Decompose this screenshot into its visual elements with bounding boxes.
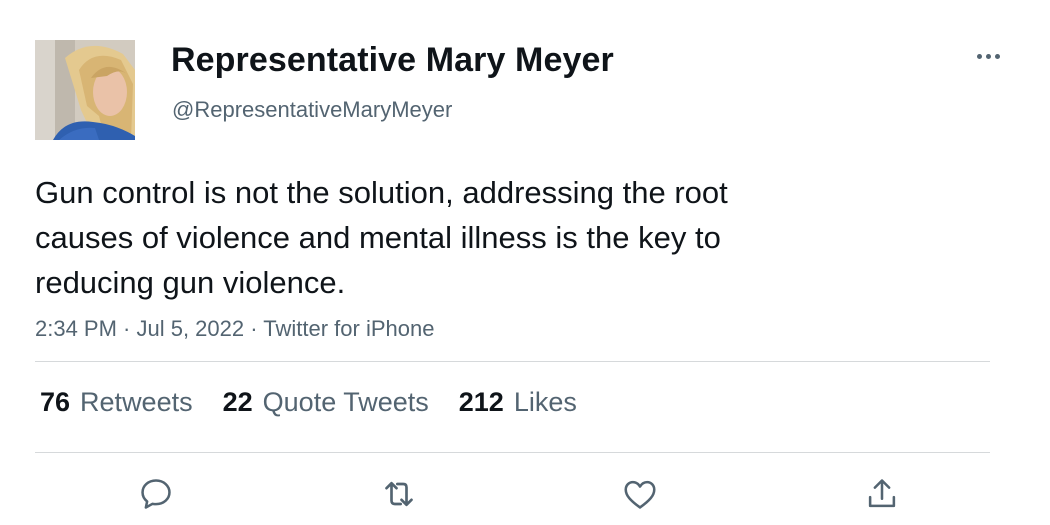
action-bar xyxy=(0,472,1050,517)
more-dot xyxy=(976,53,982,59)
quote-tweets-label: Quote Tweets xyxy=(262,387,429,417)
author-handle[interactable]: @RepresentativeMaryMeyer xyxy=(172,97,452,123)
quote-tweets-count: 22 xyxy=(222,387,253,417)
engagement-stats: 76 Retweets 22 Quote Tweets 212 Likes xyxy=(40,387,577,418)
likes-count: 212 xyxy=(458,387,504,417)
tweet-text: Gun control is not the solution, address… xyxy=(35,175,728,300)
avatar-photo xyxy=(35,40,135,140)
tweet-meta[interactable]: 2:34 PM · Jul 5, 2022 · Twitter for iPho… xyxy=(35,316,434,342)
reply-bubble-icon xyxy=(141,479,171,509)
retweets-count: 76 xyxy=(40,387,71,417)
share-upload-icon xyxy=(868,479,896,508)
likes-stat[interactable]: 212 Likes xyxy=(459,387,577,418)
more-dot xyxy=(985,53,991,59)
tweet-card: Representative Mary Meyer @Representativ… xyxy=(0,0,1050,525)
retweets-label: Retweets xyxy=(80,387,193,417)
divider xyxy=(35,361,990,362)
author-name[interactable]: Representative Mary Meyer xyxy=(171,41,614,80)
retweet-arrows-icon xyxy=(385,481,413,507)
likes-label: Likes xyxy=(513,387,577,417)
share-button[interactable] xyxy=(860,472,904,516)
retweets-stat[interactable]: 76 Retweets xyxy=(40,387,193,418)
quote-tweets-stat[interactable]: 22 Quote Tweets xyxy=(223,387,429,418)
reply-button[interactable] xyxy=(134,472,178,516)
retweet-button[interactable] xyxy=(377,472,421,516)
avatar[interactable] xyxy=(35,40,135,140)
divider xyxy=(35,452,990,453)
more-dot xyxy=(994,53,1000,59)
like-button[interactable] xyxy=(618,472,662,516)
heart-icon xyxy=(624,480,656,509)
more-dots-icon[interactable] xyxy=(970,42,1006,70)
